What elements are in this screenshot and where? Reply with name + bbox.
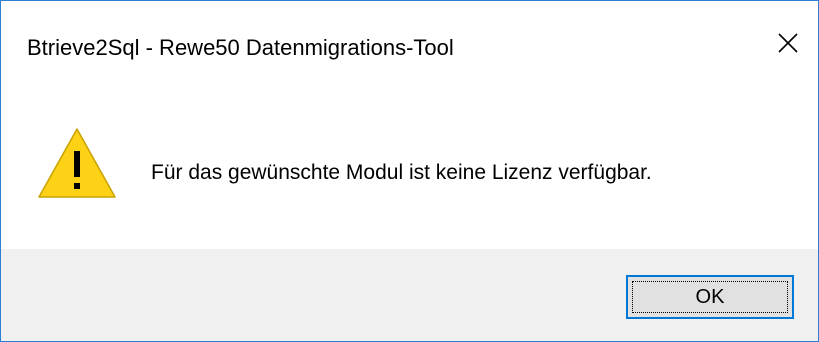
button-bar: OK — [1, 249, 818, 341]
close-button[interactable] — [758, 13, 818, 73]
close-icon — [778, 33, 798, 53]
dialog-message: Für das gewünschte Modul ist keine Lizen… — [151, 161, 652, 184]
message-dialog: Btrieve2Sql - Rewe50 Datenmigrations-Too… — [0, 0, 819, 342]
ok-button-label: OK — [695, 285, 725, 308]
warning-icon — [38, 128, 116, 198]
ok-button[interactable]: OK — [626, 275, 794, 319]
dialog-content: Für das gewünschte Modul ist keine Lizen… — [1, 93, 818, 249]
title-bar: Btrieve2Sql - Rewe50 Datenmigrations-Too… — [1, 1, 818, 93]
window-title: Btrieve2Sql - Rewe50 Datenmigrations-Too… — [27, 35, 454, 60]
